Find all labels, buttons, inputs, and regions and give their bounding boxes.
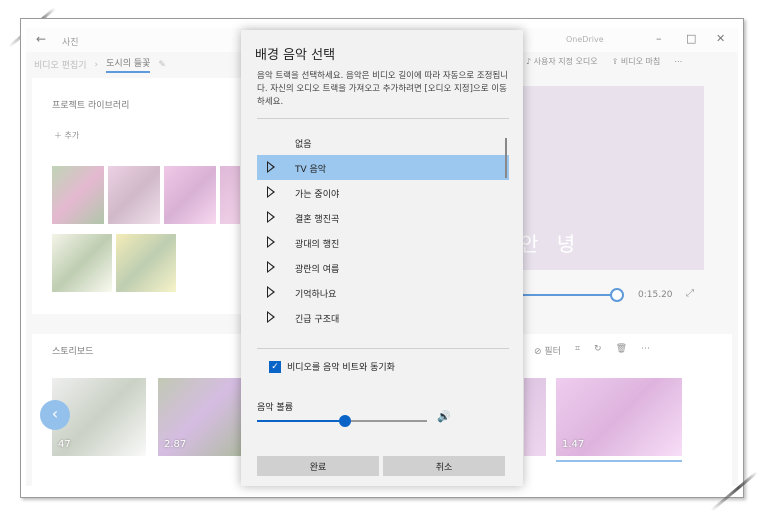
play-icon[interactable]	[267, 161, 275, 173]
play-icon[interactable]	[267, 186, 275, 198]
volume-slider-thumb[interactable]	[339, 415, 352, 427]
cancel-button[interactable]: 취소	[383, 456, 505, 476]
background-music-dialog: 배경 음악 선택 음악 트랙을 선택하세요. 음악은 비디오 길이에 따라 자동…	[241, 30, 523, 486]
done-button[interactable]: 완료	[257, 456, 379, 476]
music-track-label: 광란의 여름	[295, 265, 340, 275]
music-track-item[interactable]: 기억하나요	[257, 280, 509, 305]
music-track-label: 광대의 행진	[295, 240, 340, 250]
music-track-label: 결혼 행진곡	[295, 215, 340, 225]
beat-sync-option[interactable]: ✓ 비디오를 음악 비트와 동기화	[269, 360, 395, 373]
music-track-label: 가는 중이야	[295, 190, 340, 200]
music-track-label: 기억하나요	[295, 290, 337, 300]
play-icon[interactable]	[267, 286, 275, 298]
beat-sync-label: 비디오를 음악 비트와 동기화	[287, 363, 395, 373]
music-track-item[interactable]: 없음	[257, 130, 509, 155]
divider	[257, 118, 509, 119]
music-track-item[interactable]: 광대의 행진	[257, 230, 509, 255]
speaker-icon: 🔊	[437, 410, 451, 423]
play-icon[interactable]	[267, 211, 275, 223]
music-track-item[interactable]: 가는 중이야	[257, 180, 509, 205]
music-track-label: TV 음악	[295, 165, 327, 175]
beat-sync-checkbox[interactable]: ✓	[269, 360, 281, 373]
music-track-item[interactable]: 긴급 구조대	[257, 305, 509, 330]
list-scrollbar[interactable]	[505, 138, 507, 178]
music-track-item[interactable]: 결혼 행진곡	[257, 205, 509, 230]
play-icon[interactable]	[267, 261, 275, 273]
divider	[257, 348, 509, 349]
music-track-label: 긴급 구조대	[295, 315, 340, 325]
music-track-item[interactable]: 광란의 여름	[257, 255, 509, 280]
dialog-description: 음악 트랙을 선택하세요. 음악은 비디오 길이에 따라 자동으로 조정됩니다.…	[257, 71, 509, 107]
volume-fill	[257, 420, 346, 422]
play-icon[interactable]	[267, 236, 275, 248]
volume-slider[interactable]	[257, 415, 427, 427]
music-track-item[interactable]: TV 음악	[257, 155, 509, 180]
volume-label: 음악 볼륨	[257, 403, 293, 413]
dialog-title: 배경 음악 선택	[255, 48, 336, 63]
music-track-list[interactable]: 없음 TV 음악가는 중이야결혼 행진곡광대의 행진광란의 여름기억하나요긴급 구…	[257, 130, 509, 342]
play-icon[interactable]	[267, 311, 275, 323]
music-track-label: 없음	[295, 140, 312, 150]
